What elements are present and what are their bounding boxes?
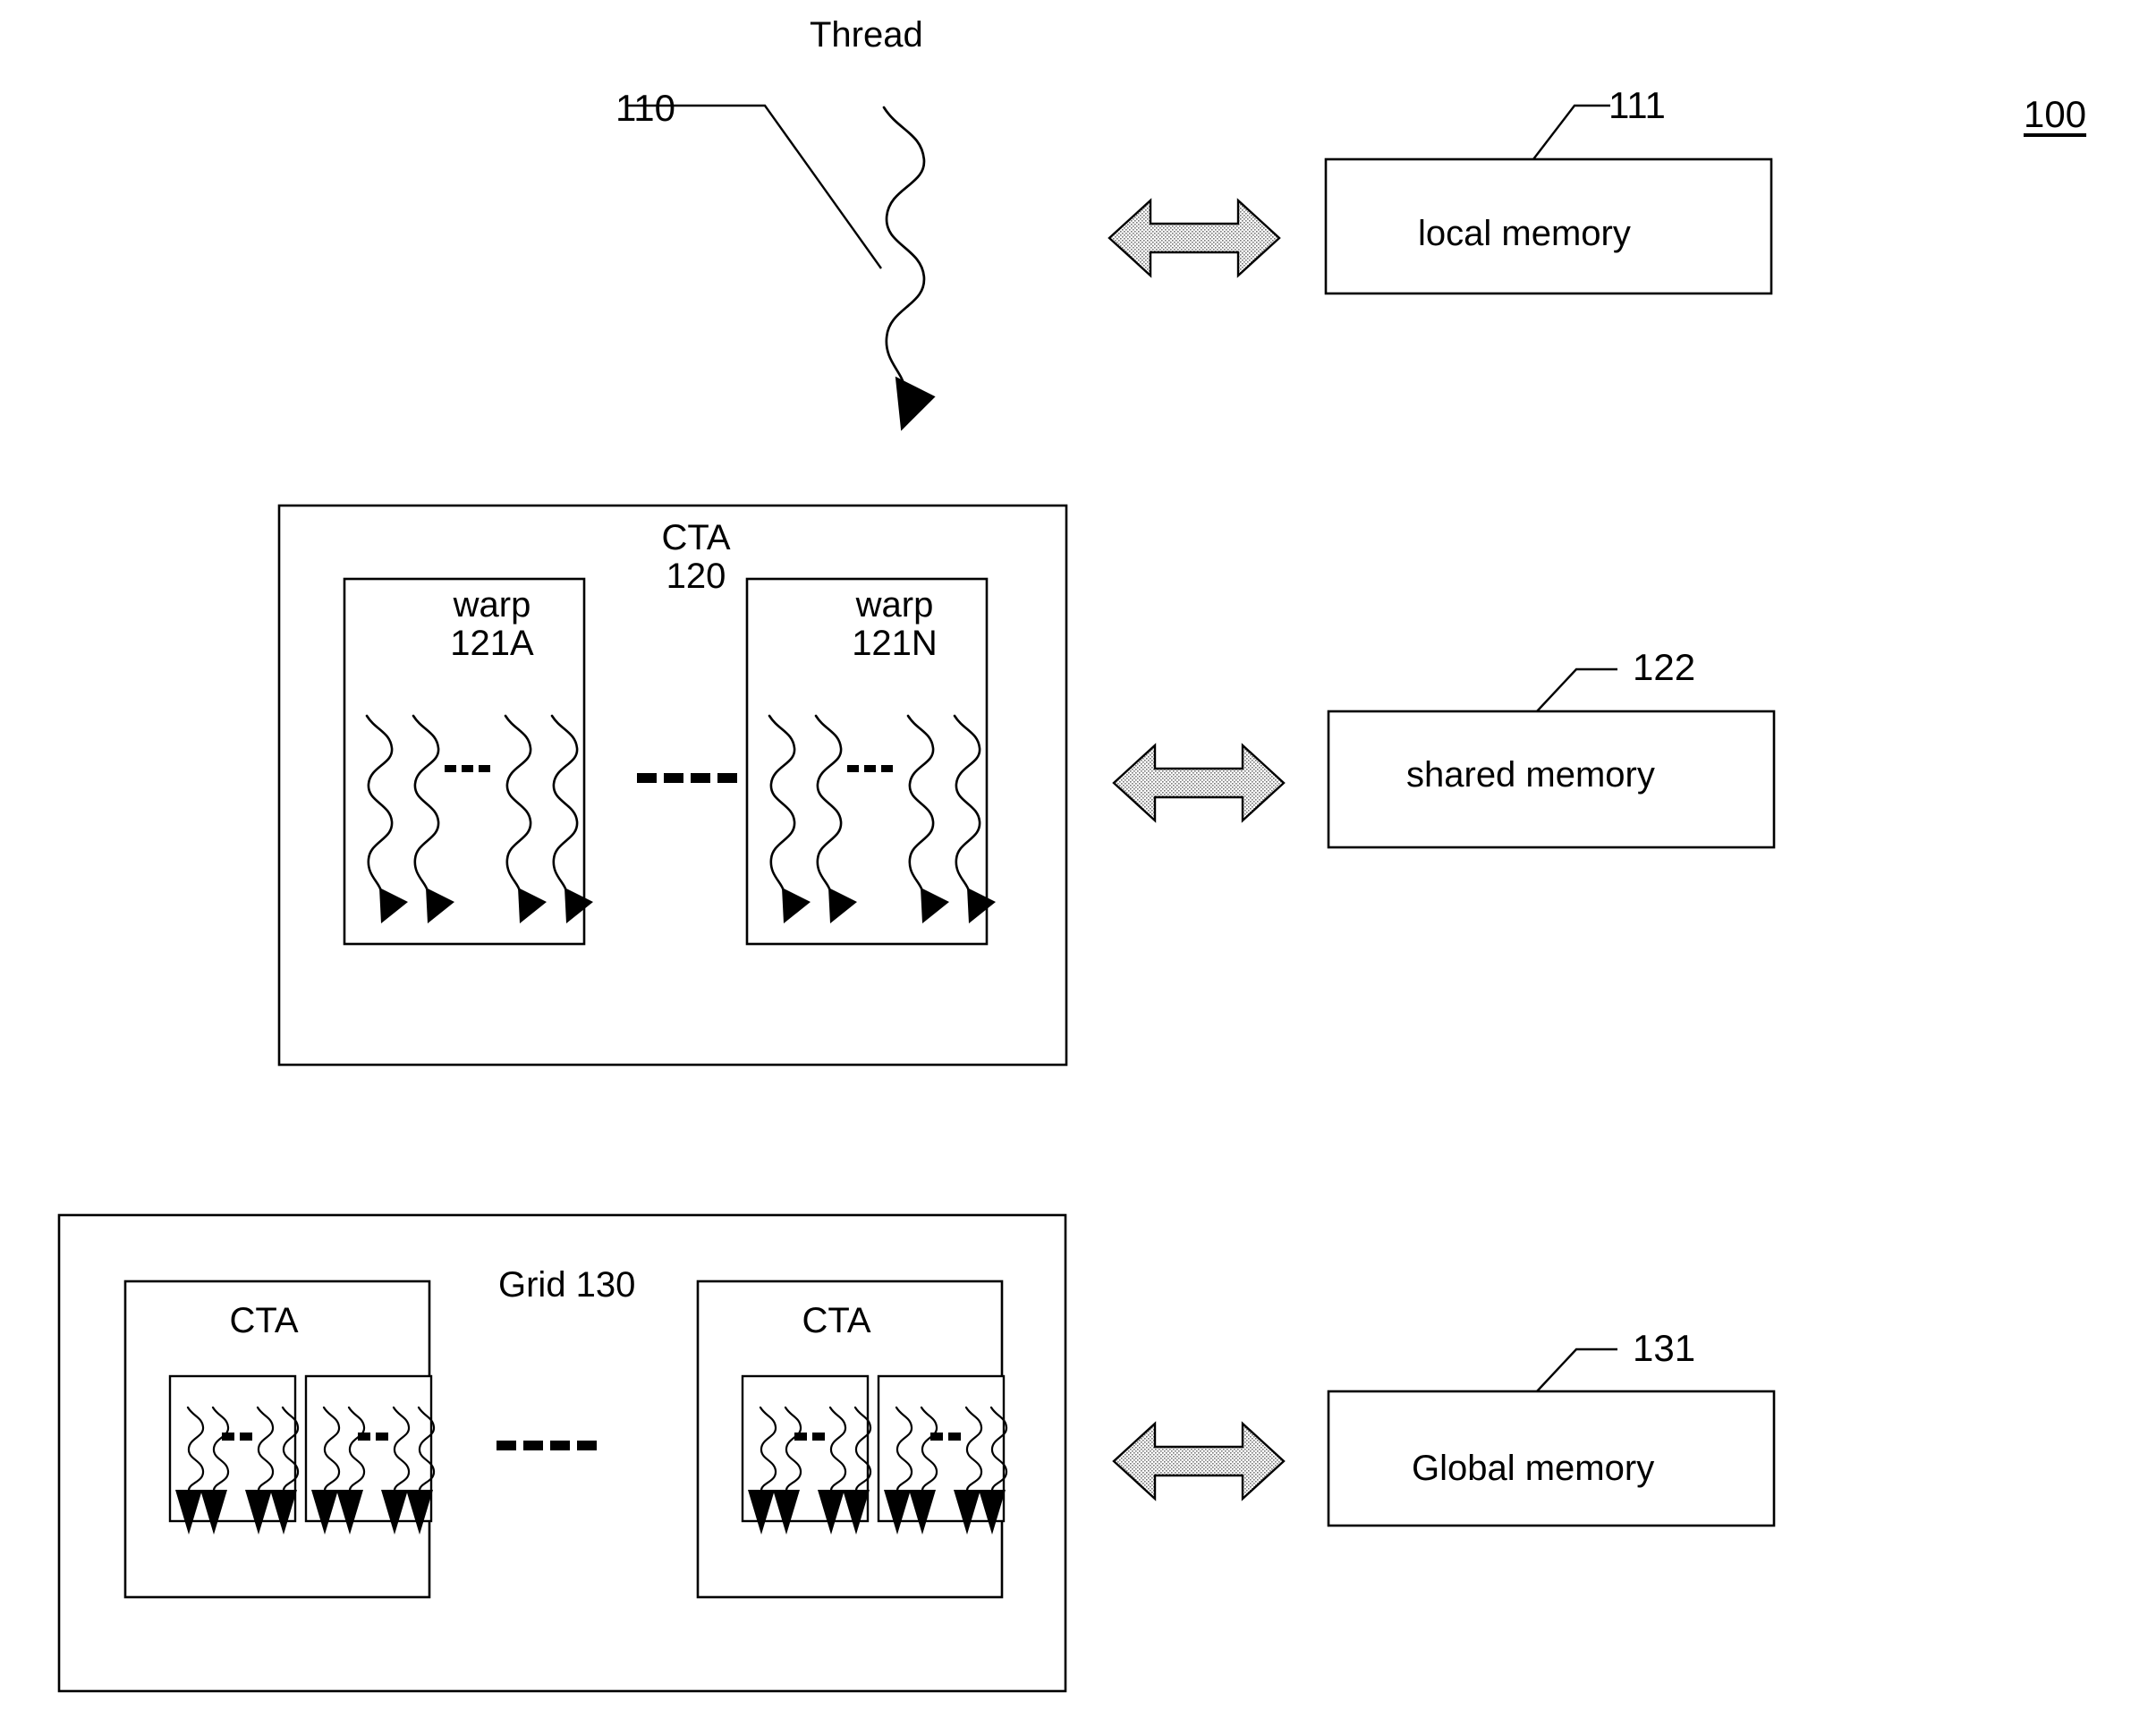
ref-number-110: 110 <box>615 87 675 129</box>
grid-130-label: Grid 130 <box>498 1265 636 1305</box>
thread-label: Thread <box>810 15 923 55</box>
warp-121A-ref: 121A <box>450 624 534 664</box>
thread-squiggle-110 <box>882 106 936 431</box>
warp-121A-ellipsis <box>445 765 490 772</box>
bidirectional-arrow-cta-shared <box>1112 744 1286 822</box>
patent-figure-100: Thread 110 111 local memory 100 CTA 120 … <box>0 0 2156 1726</box>
ref-number-131: 131 <box>1633 1327 1696 1369</box>
cta-120-ref: 120 <box>666 557 726 597</box>
bidirectional-arrow-grid-global <box>1112 1422 1286 1501</box>
figure-number-100: 100 <box>2024 93 2087 135</box>
grid-cta-1-label: CTA <box>229 1301 299 1340</box>
warp-121A-label: warp 121A <box>407 585 577 664</box>
global-memory-label: Global memory <box>1412 1449 1655 1488</box>
shared-memory-label: shared memory <box>1406 755 1655 795</box>
grid-cta-2-label: CTA <box>802 1301 871 1340</box>
ref-number-122: 122 <box>1633 646 1696 688</box>
cta-120-label: CTA 120 <box>638 518 754 597</box>
bidirectional-arrow-thread-local <box>1108 199 1281 277</box>
warp-121A-name: warp <box>453 585 531 625</box>
leader-line-122 <box>1536 667 1617 712</box>
warp-121N-name: warp <box>855 585 934 625</box>
diagram-vector-layer <box>57 104 1776 1693</box>
warp-121N-ref: 121N <box>852 624 938 664</box>
leader-line-131 <box>1536 1348 1617 1392</box>
leader-line-110 <box>626 104 882 269</box>
ref-number-111: 111 <box>1609 84 1666 126</box>
warp-121N-label: warp 121N <box>810 585 980 664</box>
cta-120-name: CTA <box>661 518 731 557</box>
local-memory-label: local memory <box>1418 214 1631 253</box>
warp-121N-ellipsis <box>847 765 893 772</box>
cta-warp-ellipsis <box>637 773 737 783</box>
leader-line-111 <box>1532 104 1610 160</box>
